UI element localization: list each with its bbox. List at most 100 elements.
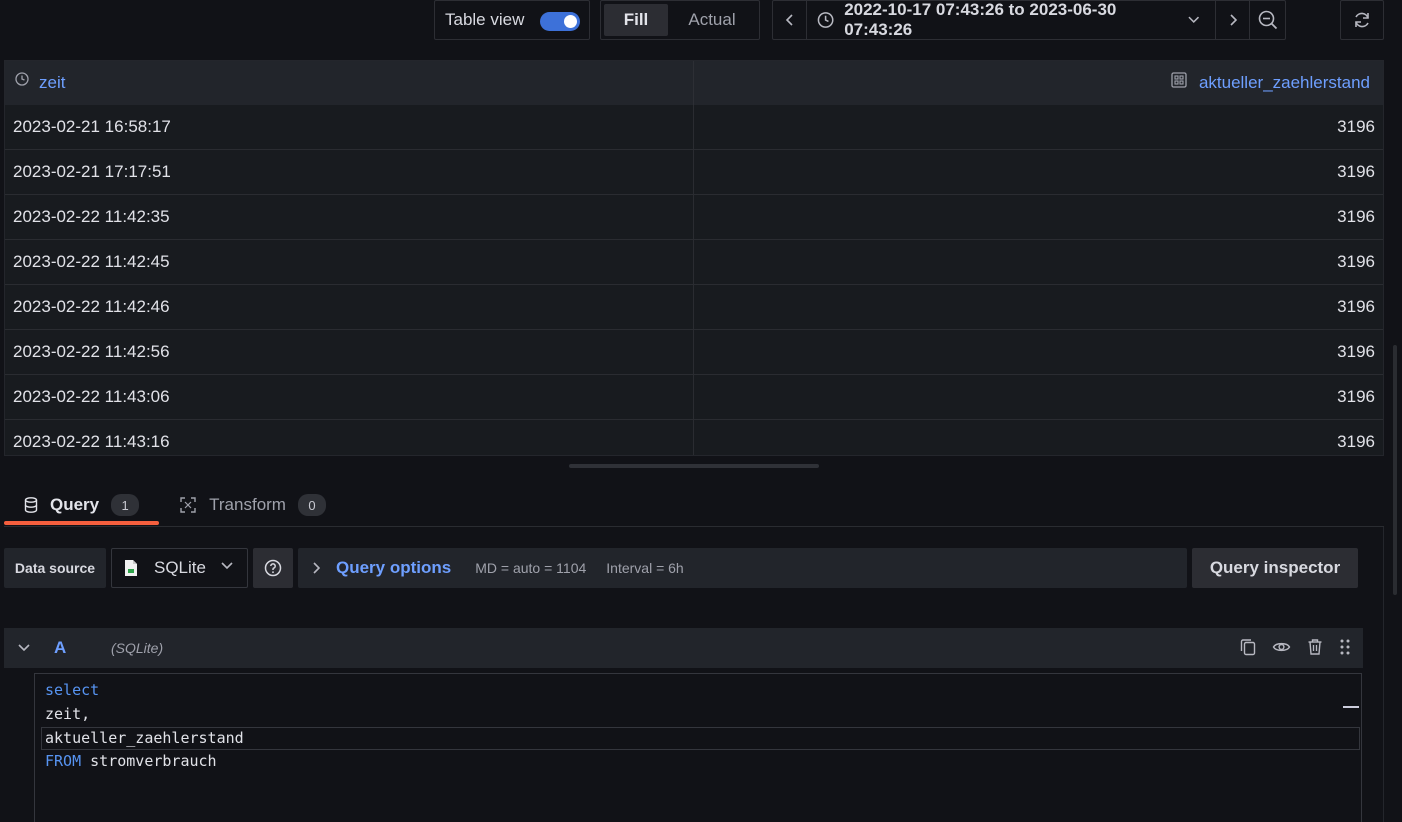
toggle-query-visibility-button[interactable] [1272, 638, 1291, 656]
zoom-out-button[interactable] [1249, 1, 1285, 39]
drag-handle[interactable] [1339, 638, 1351, 656]
query-ref-id[interactable]: A [54, 638, 111, 658]
refresh-icon [1355, 12, 1369, 28]
question-circle-icon [264, 559, 282, 577]
max-data-points: MD = auto = 1104 [475, 560, 587, 576]
chevron-right-icon [1229, 14, 1237, 26]
time-range-picker: 2022-10-17 07:43:26 to 2023-06-30 07:43:… [772, 0, 1286, 40]
cell-value: 3196 [1337, 252, 1375, 271]
cell-zeit: 2023-02-22 11:43:16 [5, 420, 694, 455]
table-view-label: Table view [445, 10, 525, 29]
duplicate-query-button[interactable] [1240, 638, 1256, 656]
delete-query-button[interactable] [1307, 638, 1323, 656]
clock-icon [817, 12, 834, 28]
column-header-aktueller-zaehlerstand[interactable]: aktueller_zaehlerstand [694, 61, 1383, 105]
trash-icon [1308, 639, 1322, 655]
page-scrollbar[interactable] [1393, 345, 1397, 595]
cell-zeit: 2023-02-22 11:42:46 [5, 285, 694, 329]
cell-zeit: 2023-02-21 16:58:17 [5, 105, 694, 149]
chevron-right-icon [312, 562, 320, 574]
time-forward-button[interactable] [1215, 1, 1249, 39]
cell-value: 3196 [1337, 297, 1375, 316]
transform-count-badge: 0 [297, 494, 326, 516]
explore-panel: Table view Fill Actual 2022-10-17 07:43:… [0, 0, 1402, 822]
query-options-toggle[interactable]: Query options MD = auto = 1104 Interval … [298, 548, 1187, 588]
top-toolbar: Table view Fill Actual 2022-10-17 07:43:… [0, 0, 1402, 40]
clock-icon [15, 72, 29, 86]
column-header-zeit[interactable]: zeit [5, 61, 694, 105]
query-datasource-name: (SQLite) [111, 640, 164, 656]
chevron-down-icon [1187, 16, 1199, 23]
refresh-button[interactable] [1340, 0, 1384, 40]
eye-icon [1272, 642, 1291, 652]
code-line-2: zeit, [45, 705, 91, 723]
data-source-picker[interactable]: SQLite [111, 548, 248, 588]
code-line-3: aktueller_zaehlerstand [45, 729, 244, 747]
collapse-query-button[interactable] [4, 644, 44, 652]
editor-fold-marker[interactable] [1343, 706, 1359, 708]
switch-knob [564, 15, 577, 28]
number-field-icon [1171, 72, 1187, 88]
table-row: 2023-02-22 11:43:06 3196 [5, 375, 1383, 420]
cell-zeit: 2023-02-21 17:17:51 [5, 150, 694, 194]
pane-resize-handle[interactable] [569, 464, 819, 468]
table-view-switch[interactable] [540, 12, 580, 31]
time-back-button[interactable] [773, 1, 807, 39]
cell-zeit: 2023-02-22 11:42:35 [5, 195, 694, 239]
data-source-name: SQLite [154, 558, 206, 577]
fill-button[interactable]: Fill [604, 4, 668, 36]
chevron-left-icon [785, 14, 793, 26]
interval-value: Interval = 6h [606, 560, 684, 576]
code-line-1: select [45, 681, 100, 699]
cell-zeit: 2023-02-22 11:43:06 [5, 375, 694, 419]
database-icon [24, 497, 38, 513]
table-row: 2023-02-22 11:43:16 3196 [5, 420, 1383, 455]
tab-transform-label: Transform [209, 495, 286, 514]
transform-icon [179, 496, 197, 514]
editor-tabs: Query 1 Transform 0 [4, 486, 346, 526]
table-view-toggle[interactable]: Table view [434, 0, 590, 40]
sql-code-editor[interactable]: select zeit, aktueller_zaehlerstand FROM… [34, 673, 1362, 822]
table-row: 2023-02-22 11:42:46 3196 [5, 285, 1383, 330]
sql-table-name: stromverbrauch [81, 752, 217, 770]
table-row: 2023-02-21 17:17:51 3196 [5, 150, 1383, 195]
column-header-label: aktueller_zaehlerstand [1198, 73, 1370, 92]
drag-dots-icon [1340, 639, 1350, 655]
copy-icon [1240, 639, 1256, 656]
chevron-down-icon [221, 562, 233, 570]
fill-actual-group: Fill Actual [600, 0, 760, 40]
table-row: 2023-02-22 11:42:45 3196 [5, 240, 1383, 285]
actual-button[interactable]: Actual [668, 4, 756, 36]
time-range-button[interactable]: 2022-10-17 07:43:26 to 2023-06-30 07:43:… [807, 0, 1215, 40]
data-source-label: Data source [4, 548, 106, 588]
sql-keyword: FROM [45, 752, 82, 770]
table-body: 2023-02-21 16:58:17 3196 2023-02-21 17:17… [5, 105, 1383, 455]
table-row: 2023-02-22 11:42:35 3196 [5, 195, 1383, 240]
tab-query-label: Query [50, 495, 100, 514]
cell-value: 3196 [1337, 117, 1375, 136]
cell-zeit: 2023-02-22 11:42:45 [5, 240, 694, 284]
query-inspector-button[interactable]: Query inspector [1192, 548, 1358, 588]
column-header-label: zeit [39, 73, 66, 92]
tab-transform[interactable]: Transform 0 [159, 486, 346, 524]
cell-value: 3196 [1337, 162, 1375, 181]
query-count-badge: 1 [111, 494, 140, 516]
sqlite-icon [125, 560, 137, 576]
help-button[interactable] [253, 548, 293, 588]
cell-value: 3196 [1337, 207, 1375, 226]
tab-query[interactable]: Query 1 [4, 486, 160, 525]
code-line-4: FROM stromverbrauch [45, 750, 217, 773]
cell-value: 3196 [1337, 342, 1375, 361]
table-header: zeit aktueller_zaehlerstand [5, 61, 1383, 105]
query-row-actions [1224, 638, 1351, 656]
query-options-label: Query options [336, 558, 452, 577]
cell-value: 3196 [1337, 387, 1375, 406]
cell-value: 3196 [1337, 432, 1375, 451]
results-table: zeit aktueller_zaehlerstand 2023-02-21 1… [4, 60, 1384, 456]
table-row: 2023-02-22 11:42:56 3196 [5, 330, 1383, 375]
table-row: 2023-02-21 16:58:17 3196 [5, 105, 1383, 150]
time-range-text: 2022-10-17 07:43:26 to 2023-06-30 07:43:… [844, 0, 1117, 39]
zoom-out-icon [1258, 10, 1277, 30]
chevron-down-icon [18, 644, 30, 652]
query-row-header: A (SQLite) [4, 628, 1363, 668]
